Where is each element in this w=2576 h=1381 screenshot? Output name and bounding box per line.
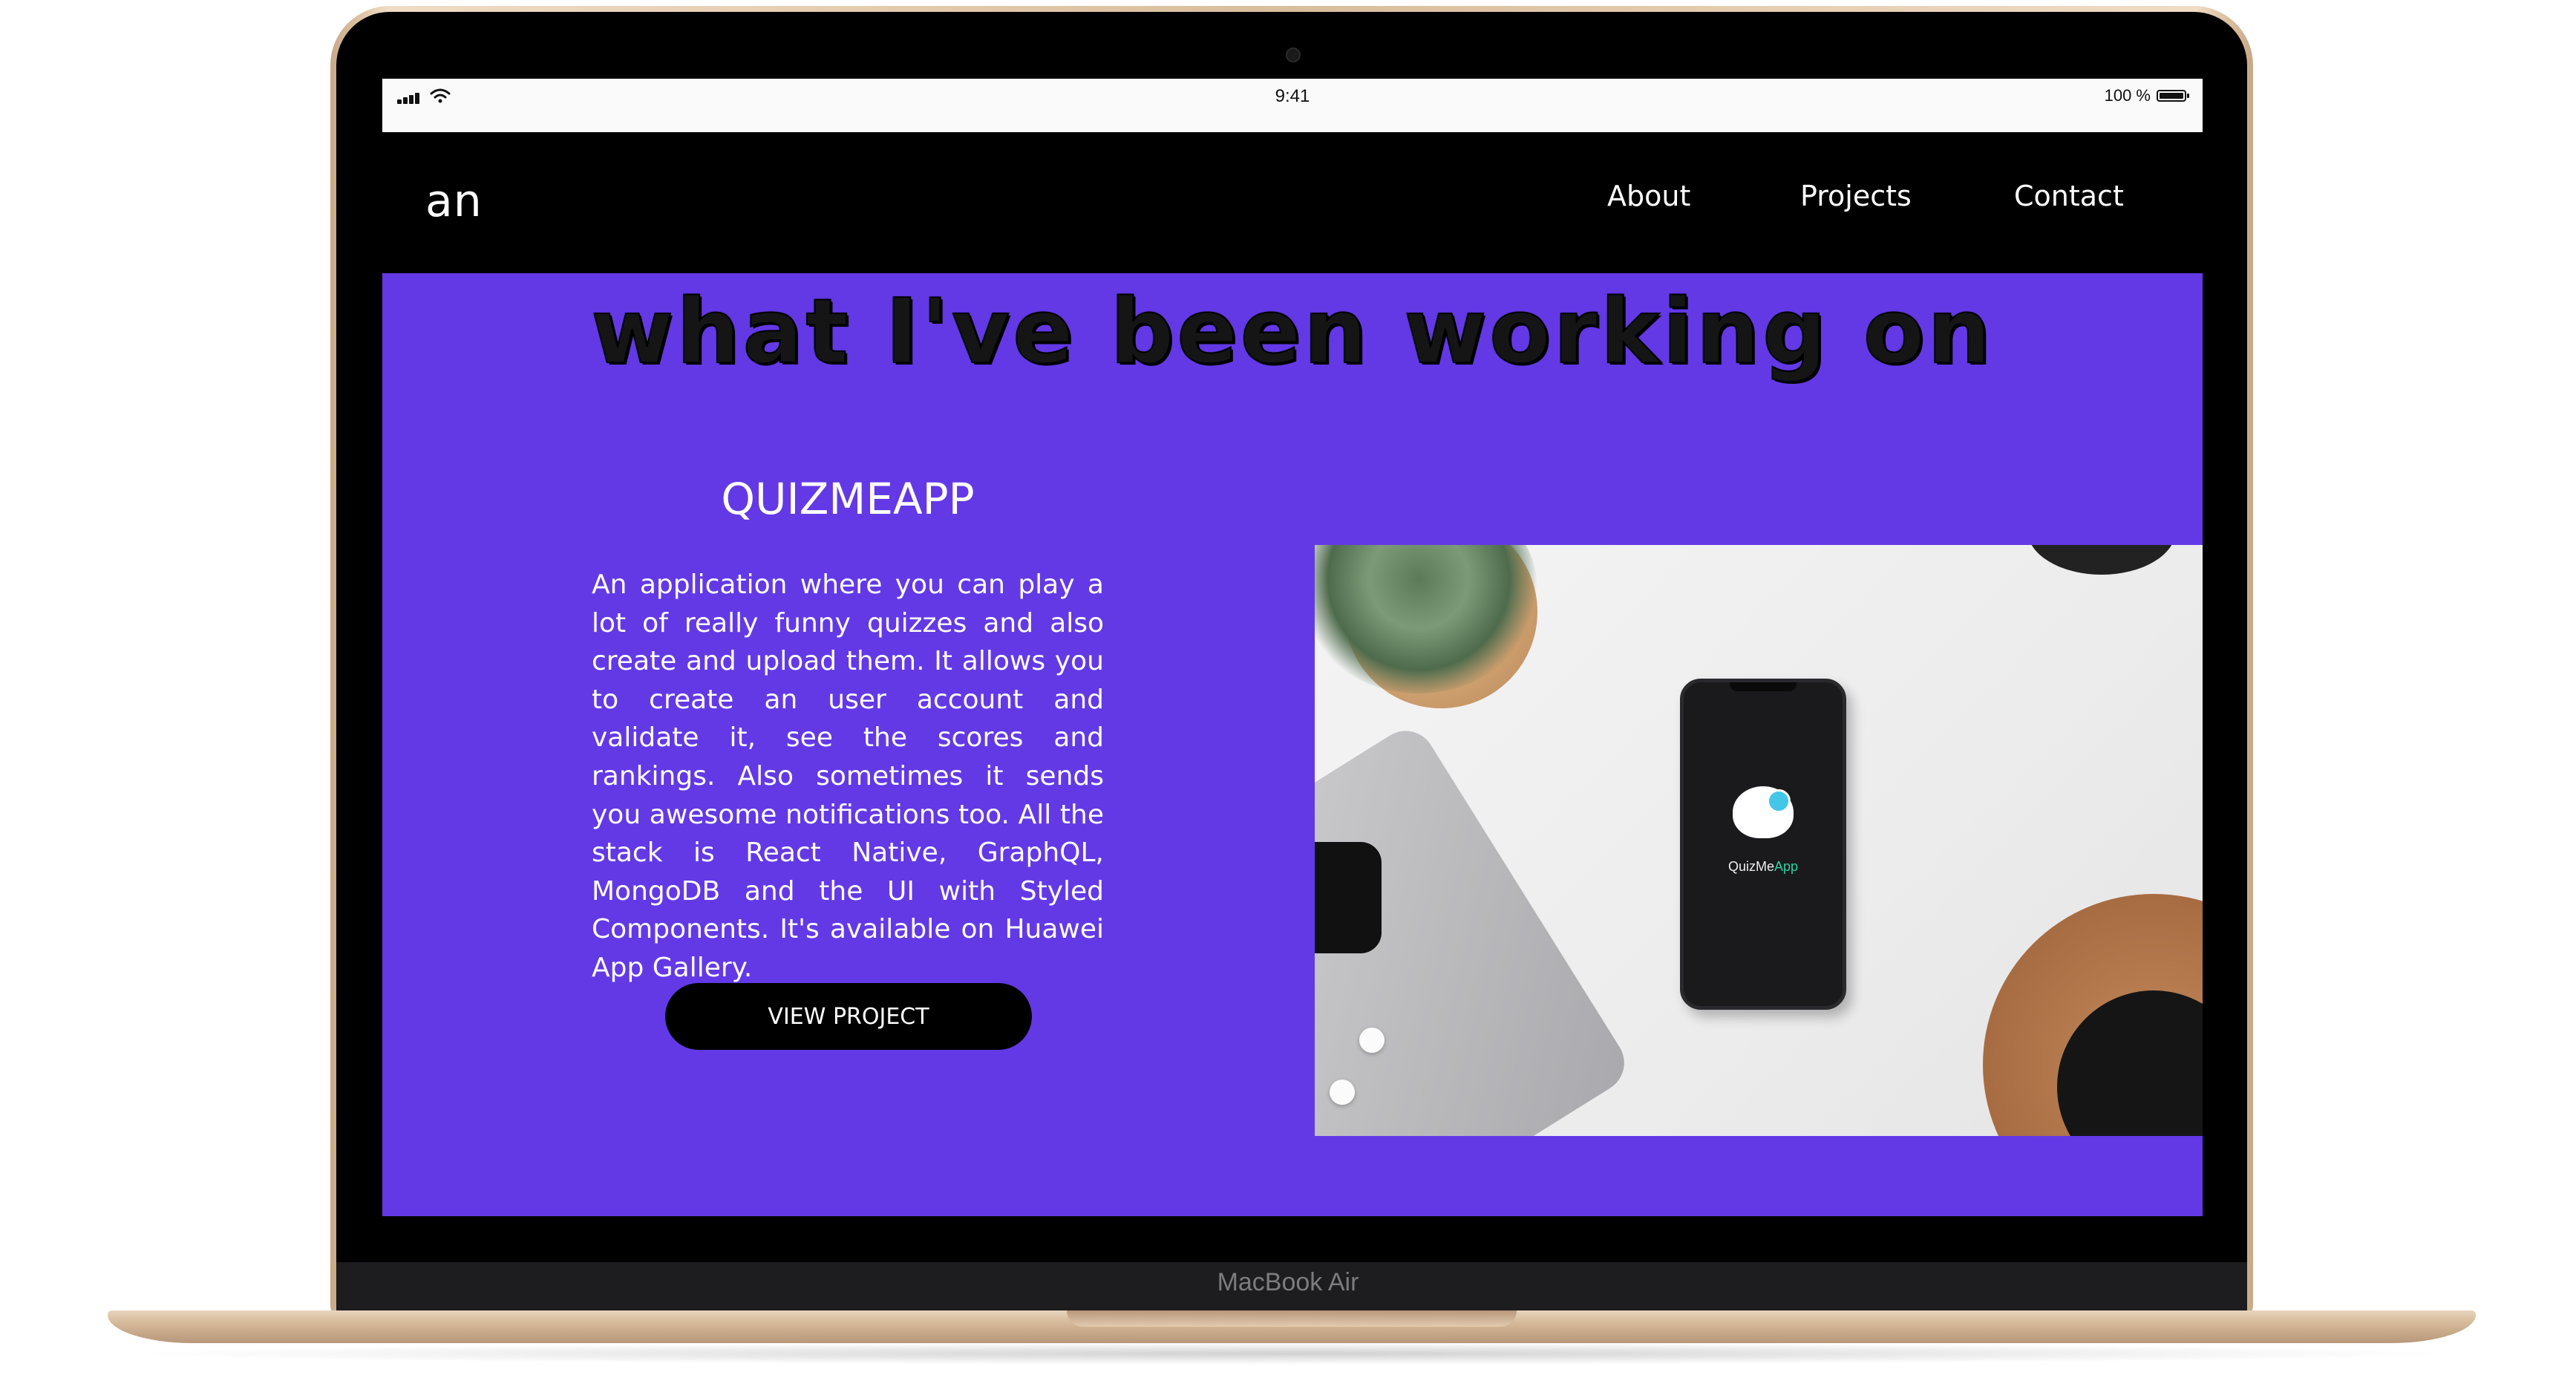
- project-image[interactable]: QuizMeApp: [1315, 545, 2203, 1136]
- airpod-icon: [1330, 1080, 1355, 1105]
- sticker-photo-element: [1315, 842, 1382, 953]
- phone-notch: [1730, 682, 1797, 691]
- lens-photo-element: [2027, 545, 2176, 575]
- view-project-button[interactable]: VIEW PROJECT: [665, 983, 1032, 1050]
- project-description: An application where you can play a lot …: [592, 569, 1104, 983]
- nav-link-contact[interactable]: Contact: [2014, 180, 2124, 212]
- battery-icon: [2157, 90, 2189, 102]
- device-label: MacBook Air: [1217, 1268, 1359, 1296]
- app-name-accent: App: [1774, 859, 1799, 874]
- phone-mockup: QuizMeApp: [1680, 679, 1846, 1010]
- mascot-eye-icon: [1767, 789, 1791, 813]
- status-bar: 9:41 100 %: [382, 79, 2203, 132]
- laptop-shadow: [119, 1342, 2465, 1365]
- top-navbar: an About Projects Contact: [382, 132, 2203, 273]
- site-logo[interactable]: an: [425, 175, 483, 227]
- section-title: what I've been working on: [590, 280, 1994, 385]
- battery-percent: 100 %: [2104, 86, 2151, 105]
- project-title: QUIZMEAPP: [721, 474, 975, 524]
- airpod-icon: [1359, 1028, 1385, 1053]
- nav-link-about[interactable]: About: [1607, 180, 1690, 212]
- laptop-opening-notch: [1067, 1310, 1517, 1327]
- status-time: 9:41: [1275, 86, 1310, 106]
- camera-icon: [1286, 48, 1301, 62]
- app-name-prefix: QuizMe: [1727, 859, 1774, 874]
- screen: 9:41 100 % an About Projects Contact wha…: [382, 79, 2203, 1216]
- projects-section: what I've been working on QUIZMEAPP An a…: [382, 273, 2203, 1216]
- app-name: QuizMeApp: [1684, 859, 1843, 875]
- nav-link-projects[interactable]: Projects: [1800, 180, 1912, 212]
